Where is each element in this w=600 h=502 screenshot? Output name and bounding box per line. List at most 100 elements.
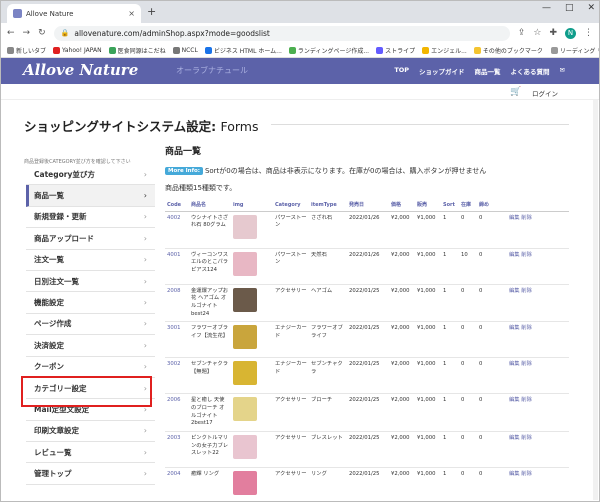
bookmark-item[interactable]: 新しいタブ <box>7 46 46 55</box>
cell-close: 0 <box>477 321 507 359</box>
menu-icon[interactable]: ⋮ <box>584 28 593 38</box>
nav-top[interactable]: TOP <box>394 66 409 76</box>
bookmark-item[interactable]: NCCL <box>172 46 198 54</box>
tab-close-icon[interactable]: × <box>128 9 135 18</box>
reload-icon[interactable]: ↻ <box>38 28 46 38</box>
cell-close: 0 <box>477 393 507 432</box>
page-title: ショッピングサイトシステム設定: Forms <box>24 116 259 135</box>
sidebar-item[interactable]: Category並び方 › <box>26 164 155 186</box>
bookmark-item[interactable]: ビジネス HTML ホーム... <box>204 46 282 55</box>
nav-faq[interactable]: よくある質問 <box>511 66 550 76</box>
folder-icon <box>473 46 481 54</box>
browser-tab[interactable]: Allove Nature × <box>7 4 141 23</box>
browser-toolbar: ← → ↻ 🔒 allovenature.com/adminShop.aspx?… <box>1 23 599 43</box>
edit-link[interactable]: 編集 <box>509 361 520 367</box>
sidebar-item[interactable]: 注文一覧 › <box>26 249 155 271</box>
bookmark-item[interactable]: エンジェル... <box>422 46 467 55</box>
delete-link[interactable]: 削除 <box>521 325 532 331</box>
sidebar-item[interactable]: 商品一覧 › <box>26 185 155 207</box>
cell-code: 3002 <box>165 357 189 395</box>
share-icon[interactable]: ⇪ <box>518 28 526 38</box>
sidebar-item-label: 機能設定 <box>34 298 64 308</box>
other-bookmarks[interactable]: その他のブックマーク <box>473 46 543 55</box>
sidebar-item[interactable]: クーポン › <box>26 356 155 378</box>
login-link[interactable]: ログイン <box>532 88 558 98</box>
chevron-right-icon: › <box>143 362 147 372</box>
address-bar[interactable]: 🔒 allovenature.com/adminShop.aspx?mode=g… <box>53 25 510 41</box>
cell-name: ヴィーコンワスエルのとこパラピアス124 <box>189 248 231 285</box>
edit-link[interactable]: 編集 <box>509 288 520 294</box>
info-badge: More Info: <box>165 167 203 175</box>
nav-goods-list[interactable]: 商品一覧 <box>475 66 501 76</box>
forward-icon[interactable]: → <box>23 28 31 38</box>
page-scrollbar[interactable] <box>593 100 598 500</box>
sidebar-item[interactable]: 機能設定 › <box>26 292 155 314</box>
bookmark-item[interactable]: ランディングページ作成... <box>288 46 369 55</box>
sidebar-item[interactable]: 新規登録・更新 › <box>26 206 155 229</box>
back-icon[interactable]: ← <box>7 28 15 38</box>
sidebar-item[interactable]: 商品アップロード › <box>26 228 155 250</box>
sidebar-item[interactable]: レビュー覧 › <box>26 442 155 464</box>
cell-name: フラワーオブライフ【流生花】 <box>189 321 231 359</box>
minimize-button[interactable]: — <box>542 3 551 13</box>
delete-link[interactable]: 削除 <box>521 435 532 441</box>
reading-list[interactable]: リーディング リスト <box>550 46 599 55</box>
extensions-icon[interactable]: ✚ <box>549 28 557 38</box>
delete-link[interactable]: 削除 <box>521 361 532 367</box>
cell-cat: パワーストーン <box>273 211 309 249</box>
bookmark-item[interactable]: ストライプ <box>376 46 415 55</box>
cell-sort: 1 <box>441 357 459 395</box>
sidebar-item[interactable]: 管理トップ › <box>26 463 155 485</box>
edit-link[interactable]: 編集 <box>509 325 520 331</box>
delete-link[interactable]: 削除 <box>521 471 532 477</box>
bookmarks-bar: 新しいタブ Yahoo! JAPAN 医食同源はこだね NCCL ビジネス HT… <box>1 43 599 58</box>
nav-shop-guide[interactable]: ショップガイド <box>419 66 465 76</box>
product-image <box>233 361 257 386</box>
star-icon[interactable]: ☆ <box>533 28 541 38</box>
cell-close: 0 <box>477 248 507 285</box>
sidebar-item[interactable]: 日別注文一覧 › <box>26 270 155 293</box>
cell-date: 2022/01/25 <box>347 431 389 468</box>
edit-link[interactable]: 編集 <box>509 215 520 221</box>
delete-link[interactable]: 削除 <box>521 397 532 403</box>
site-header: Allove Nature オーラブナチュール TOP ショップガイド 商品一覧… <box>1 58 599 84</box>
cell-sale: ¥1,000 <box>415 431 441 468</box>
table-row: 4001 ヴィーコンワスエルのとこパラピアス124 パワーストーン 天然石 2022/0… <box>165 248 569 285</box>
cell-stock: 0 <box>459 357 477 395</box>
edit-link[interactable]: 編集 <box>509 397 520 403</box>
delete-link[interactable]: 削除 <box>521 252 532 258</box>
column-header: 価格 <box>389 199 415 212</box>
sidebar-item-label: 印刷文章設定 <box>34 426 79 436</box>
delete-link[interactable]: 削除 <box>521 288 532 294</box>
cell-type: 天然石 <box>309 248 347 285</box>
edit-link[interactable]: 編集 <box>509 471 520 477</box>
new-tab-button[interactable]: + <box>147 5 156 18</box>
close-window-button[interactable]: ✕ <box>587 3 595 13</box>
delete-link[interactable]: 削除 <box>521 215 532 221</box>
chevron-right-icon: › <box>143 169 147 179</box>
site-logo[interactable]: Allove Nature <box>23 61 138 79</box>
product-image <box>233 434 257 459</box>
product-image <box>233 397 257 422</box>
admin-sidebar: Category並び方 › 商品一覧 › 新規登録・更新 › 商品アップロード › 注文一覧 › 日… <box>26 164 155 485</box>
column-header: itemType <box>309 199 347 212</box>
table-header-row: Code 商品名 img Category itemType 発売日 価格 販売 Sort 在庫締… <box>165 199 569 212</box>
sidebar-item[interactable]: ページ作成 › <box>26 313 155 336</box>
cart-icon[interactable]: 🛒 <box>510 87 521 97</box>
cell-sort: 1 <box>441 321 459 359</box>
cell-stock: 0 <box>459 321 477 359</box>
bookmark-item[interactable]: Yahoo! JAPAN <box>53 46 102 54</box>
bookmark-item[interactable]: 医食同源はこだね <box>108 46 166 55</box>
site-logo-sub: オーラブナチュール <box>176 66 248 75</box>
sidebar-item[interactable]: 決済設定 › <box>26 335 155 357</box>
edit-link[interactable]: 編集 <box>509 435 520 441</box>
cell-price: ¥2,000 <box>389 431 415 468</box>
cell-code: 2008 <box>165 284 189 323</box>
edit-link[interactable]: 編集 <box>509 252 520 258</box>
cell-sort: 1 <box>441 467 459 501</box>
profile-avatar[interactable]: N <box>565 27 576 39</box>
sidebar-item[interactable]: 印刷文章設定 › <box>26 420 155 443</box>
mail-icon[interactable]: ✉ <box>560 66 565 76</box>
tab-title: Allove Nature <box>26 9 74 18</box>
maximize-button[interactable]: □ <box>565 3 574 13</box>
